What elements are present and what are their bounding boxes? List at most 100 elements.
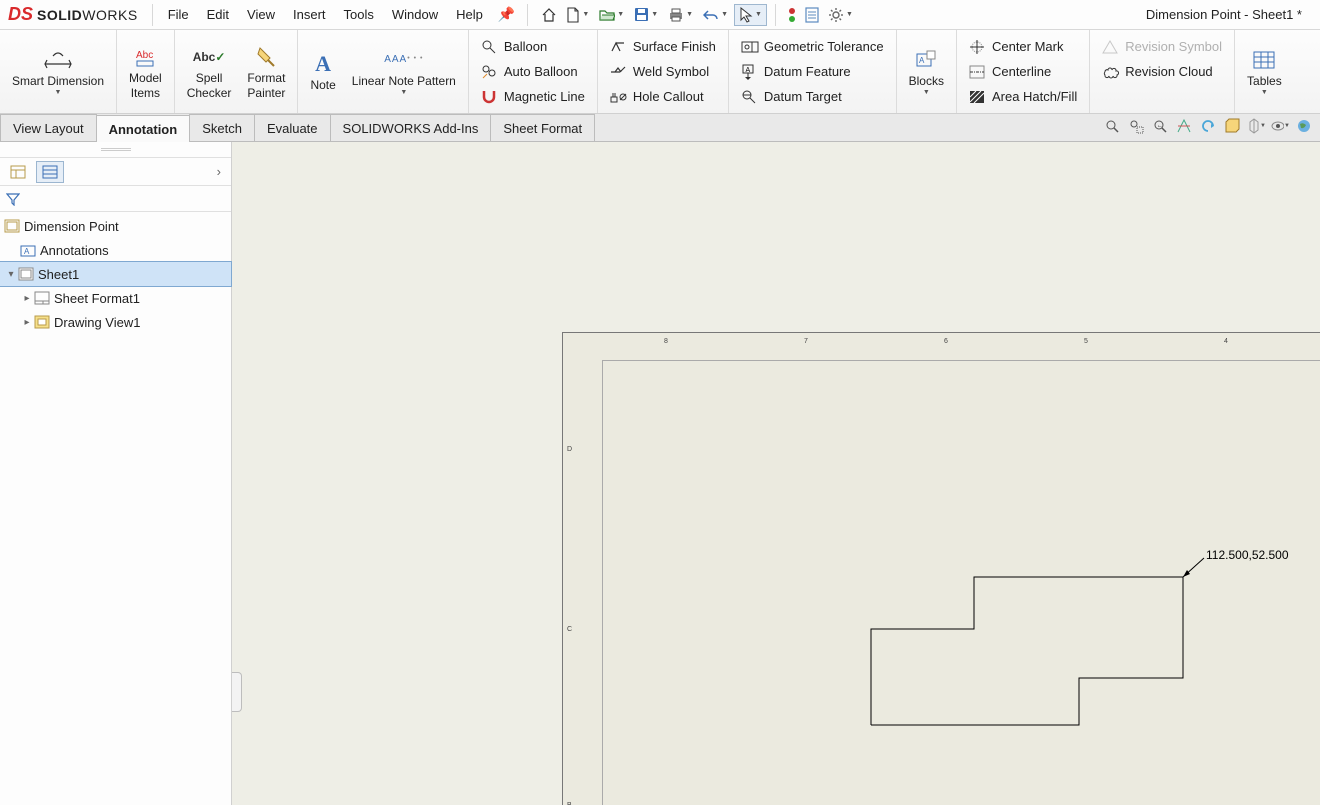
open-button[interactable]: ▼ (595, 5, 628, 25)
model-items-button[interactable]: Abc Model Items (123, 32, 168, 111)
display-style-button[interactable] (1222, 116, 1242, 136)
sheet-format-icon (34, 291, 52, 305)
ribbon-group-tables: Tables ▼ (1235, 30, 1294, 113)
undo-button[interactable]: ▼ (699, 5, 732, 25)
format-painter-button[interactable]: Format Painter (241, 32, 291, 111)
save-icon (634, 7, 649, 22)
revision-cloud-button[interactable]: Revision Cloud (1096, 60, 1228, 84)
blocks-button[interactable]: A Blocks ▼ (903, 32, 950, 111)
file-properties-button[interactable] (802, 5, 822, 25)
menu-help[interactable]: Help (447, 0, 492, 29)
revision-symbol-icon (1102, 40, 1120, 54)
menu-window[interactable]: Window (383, 0, 447, 29)
tab-evaluate[interactable]: Evaluate (254, 114, 331, 141)
pin-menu-icon[interactable]: 📌 (492, 6, 521, 23)
menu-edit[interactable]: Edit (198, 0, 238, 29)
expand-toggle-icon[interactable]: ▸ (20, 317, 34, 328)
view-orientation-button[interactable] (1198, 116, 1218, 136)
panel-drag-handle[interactable] (101, 148, 131, 151)
filter-icon[interactable] (6, 192, 20, 206)
ribbon-group-blocks: A Blocks ▼ (897, 30, 957, 113)
tables-button[interactable]: Tables ▼ (1241, 32, 1288, 111)
balloon-button[interactable]: Balloon (475, 35, 591, 59)
weld-symbol-button[interactable]: Weld Symbol (604, 60, 722, 84)
menu-view[interactable]: View (238, 0, 284, 29)
home-icon (541, 7, 557, 23)
menu-insert[interactable]: Insert (284, 0, 335, 29)
note-button[interactable]: A Note (304, 32, 341, 111)
datum-feature-icon: A (741, 64, 759, 80)
tab-view-layout[interactable]: View Layout (0, 114, 97, 141)
tree-annotations[interactable]: A Annotations (0, 238, 231, 262)
tab-sheet-format[interactable]: Sheet Format (490, 114, 595, 141)
chevron-down-icon: ▼ (923, 89, 930, 97)
traffic-light-icon (787, 7, 797, 23)
linear-note-pattern-button[interactable]: AAA• • • Linear Note Pattern ▼ (346, 32, 462, 111)
paintbrush-icon (256, 43, 276, 71)
new-button[interactable]: ▼ (562, 4, 593, 26)
previous-view-button[interactable]: ← (1150, 116, 1170, 136)
options-button[interactable]: ▼ (824, 4, 857, 26)
tree-sheet1[interactable]: ▾ Sheet1 (0, 262, 231, 286)
drawing-canvas[interactable]: 8 7 6 5 4 3 2 D C B 112.500,52.500 (232, 142, 1320, 805)
menu-tools[interactable]: Tools (335, 0, 383, 29)
smart-dimension-button[interactable]: Smart Dimension ▼ (6, 32, 110, 111)
save-button[interactable]: ▼ (630, 4, 662, 25)
tab-annotation[interactable]: Annotation (96, 115, 191, 142)
chevron-down-icon: ▼ (755, 11, 762, 18)
edit-appearance-button[interactable]: ▼ (1270, 116, 1290, 136)
property-manager-tab[interactable] (36, 161, 64, 183)
spell-checker-button[interactable]: Abc✓ Spell Checker (181, 32, 238, 111)
tree-sheet-format[interactable]: ▸ Sheet Format1 (0, 286, 231, 310)
hide-show-button[interactable]: ▼ (1246, 116, 1266, 136)
magnet-icon (481, 89, 499, 105)
dimension-point-value[interactable]: 112.500,52.500 (1206, 548, 1289, 562)
svg-text:A: A (919, 56, 925, 65)
center-mark-icon (969, 39, 987, 55)
hole-callout-button[interactable]: Hole Callout (604, 85, 722, 109)
zoom-area-button[interactable] (1126, 116, 1146, 136)
apply-scene-button[interactable] (1294, 116, 1314, 136)
section-view-button[interactable] (1174, 116, 1194, 136)
expand-toggle-icon[interactable]: ▸ (20, 293, 34, 304)
menu-file[interactable]: File (159, 0, 198, 29)
tab-addins[interactable]: SOLIDWORKS Add-Ins (330, 114, 492, 141)
spell-check-icon: Abc✓ (193, 43, 226, 71)
centerline-button[interactable]: Centerline (963, 60, 1083, 84)
open-folder-icon (599, 8, 615, 22)
area-hatch-button[interactable]: Area Hatch/Fill (963, 85, 1083, 109)
centerline-icon (969, 65, 987, 79)
geometric-tolerance-button[interactable]: Geometric Tolerance (735, 35, 890, 59)
separator (152, 4, 153, 26)
model-items-icon: Abc (133, 43, 157, 71)
separator (527, 4, 528, 26)
revision-symbol-button[interactable]: Revision Symbol (1096, 35, 1228, 59)
datum-target-button[interactable]: Datum Target (735, 85, 890, 109)
manager-tabs: › (0, 158, 231, 186)
tree-drawing-view[interactable]: ▸ Drawing View1 (0, 310, 231, 334)
quick-access-toolbar: ▼ ▼ ▼ ▼ ▼ ▼ ▼ (534, 0, 861, 29)
datum-feature-button[interactable]: A Datum Feature (735, 60, 890, 84)
zoom-fit-button[interactable] (1102, 116, 1122, 136)
print-icon (668, 8, 684, 22)
tree-root[interactable]: Dimension Point (0, 214, 231, 238)
sheet-icon (18, 267, 36, 281)
center-mark-button[interactable]: Center Mark (963, 35, 1083, 59)
chevron-down-icon: ▼ (582, 11, 589, 18)
expand-tabs-icon[interactable]: › (211, 164, 227, 179)
chevron-down-icon: ▼ (651, 11, 658, 18)
print-button[interactable]: ▼ (664, 5, 697, 25)
drawing-view-icon (34, 315, 52, 329)
home-button[interactable] (538, 5, 560, 25)
tab-sketch[interactable]: Sketch (189, 114, 255, 141)
select-button[interactable]: ▼ (734, 4, 767, 26)
surface-finish-button[interactable]: Surface Finish (604, 35, 722, 59)
logo-mark-icon: DS (8, 4, 33, 25)
collapse-toggle-icon[interactable]: ▾ (4, 269, 18, 280)
ribbon-group-model-items: Abc Model Items (117, 30, 175, 113)
auto-balloon-button[interactable]: Auto Balloon (475, 60, 591, 84)
rebuild-button[interactable] (784, 5, 800, 25)
magnetic-line-button[interactable]: Magnetic Line (475, 85, 591, 109)
command-manager-tabs: View Layout Annotation Sketch Evaluate S… (0, 114, 1320, 142)
feature-manager-tab[interactable] (4, 161, 32, 183)
